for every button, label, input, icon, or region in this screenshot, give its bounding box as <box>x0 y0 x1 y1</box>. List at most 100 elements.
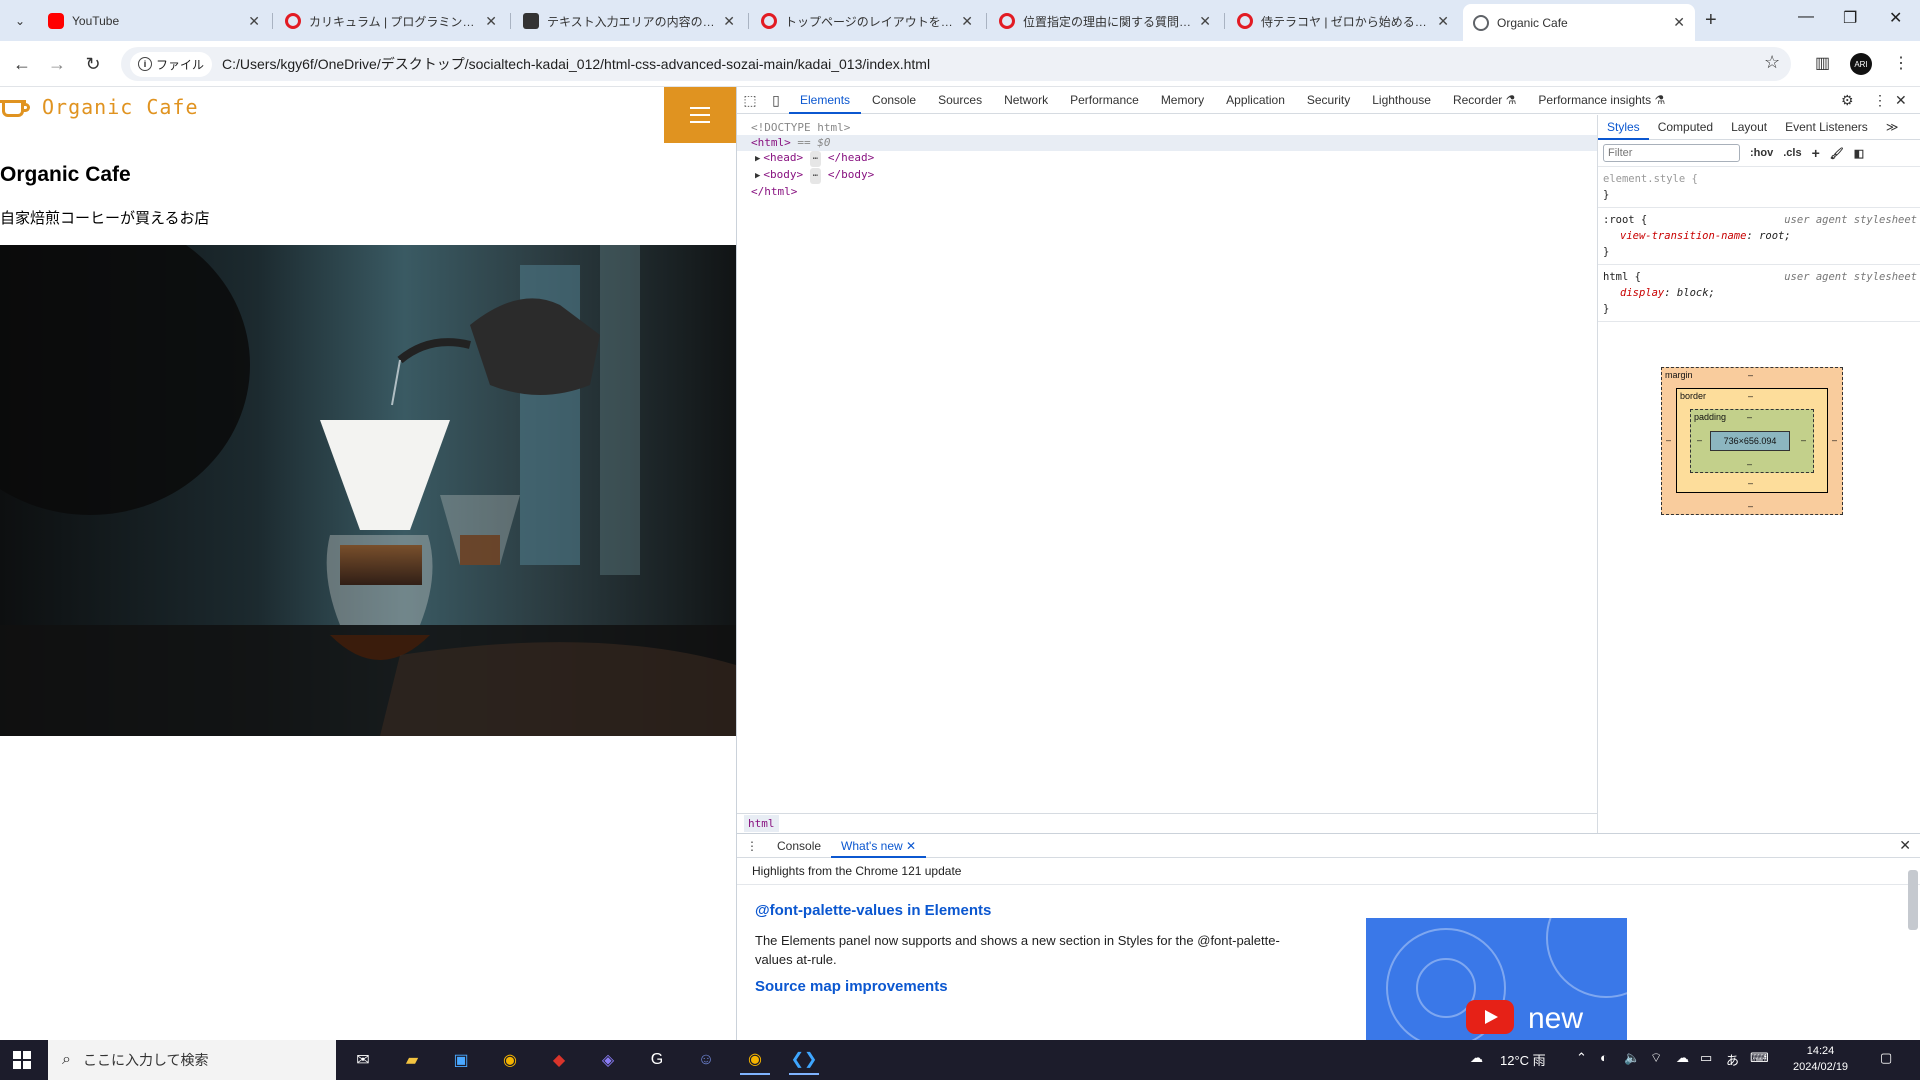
css-property[interactable]: display: block; <box>1603 285 1916 301</box>
class-toggle[interactable]: .cls <box>1783 147 1801 159</box>
tab-styles[interactable]: Styles <box>1598 115 1649 140</box>
tab-elements[interactable]: Elements <box>789 87 862 114</box>
new-rule-plus-icon[interactable]: + <box>1812 145 1820 161</box>
tab-organic-cafe[interactable]: Organic Cafe ✕ <box>1463 4 1695 41</box>
volume-icon[interactable]: 🔈 <box>1624 1050 1640 1066</box>
ime-indicator[interactable]: あ <box>1726 1050 1739 1069</box>
expand-triangle-icon[interactable]: ▶ <box>755 154 760 164</box>
site-info-chip[interactable]: i ファイル <box>130 51 213 77</box>
forward-arrow-icon[interactable]: → <box>45 52 69 76</box>
tab-search-chevron-icon[interactable]: ⌄ <box>8 9 32 33</box>
tab-layout[interactable]: Layout <box>1722 115 1776 140</box>
weather-icon[interactable]: ☁ <box>1470 1050 1483 1066</box>
side-panel-icon[interactable]: ▥ <box>1815 53 1830 73</box>
inspect-element-icon[interactable]: ⬚ <box>737 92 763 109</box>
bookmark-star-icon[interactable]: ☆ <box>1764 52 1780 73</box>
back-arrow-icon[interactable]: ← <box>10 52 34 76</box>
taskbar-search-box[interactable]: ⌕ ここに入力して検索 <box>48 1040 336 1080</box>
toggle-sidebar-icon[interactable]: ◧ <box>1854 147 1864 160</box>
vscode-icon[interactable]: ❮❯ <box>789 1045 819 1075</box>
battery-icon[interactable]: ▭ <box>1700 1050 1712 1066</box>
tab-application[interactable]: Application <box>1215 87 1296 114</box>
minimize-window-icon[interactable]: — <box>1798 8 1814 26</box>
tab-network[interactable]: Network <box>993 87 1059 114</box>
css-property[interactable]: view-transition-name: root; <box>1603 228 1916 244</box>
browser-menu-icon[interactable]: ⋮ <box>1893 53 1909 73</box>
dom-head-node[interactable]: ▶ <head> ⋯ </head> <box>755 150 874 167</box>
taskbar-clock[interactable]: 14:24 2024/02/19 <box>1793 1043 1848 1075</box>
site-logo[interactable]: Organic Cafe <box>0 95 199 119</box>
tab-event-listeners[interactable]: Event Listeners <box>1776 115 1877 140</box>
tab-recorder[interactable]: Recorder ⚗ <box>1442 87 1527 114</box>
address-bar[interactable]: i ファイル C:/Users/kgy6f/OneDrive/デスクトップ/so… <box>121 47 1791 81</box>
hover-state-toggle[interactable]: :hov <box>1750 147 1773 159</box>
drawer-tab-console[interactable]: Console <box>767 834 831 858</box>
close-tab-icon[interactable]: ✕ <box>723 13 735 30</box>
tab-computed[interactable]: Computed <box>1649 115 1722 140</box>
close-tab-icon[interactable]: ✕ <box>485 13 497 30</box>
tab-memory[interactable]: Memory <box>1150 87 1215 114</box>
close-devtools-icon[interactable]: ✕ <box>1895 92 1907 109</box>
tab-performance-insights[interactable]: Performance insights ⚗ <box>1527 87 1676 114</box>
tab-performance[interactable]: Performance <box>1059 87 1150 114</box>
close-drawer-icon[interactable]: ✕ <box>1899 837 1911 854</box>
device-toolbar-icon[interactable]: ▯ <box>763 92 789 109</box>
dom-body-node[interactable]: ▶ <body> ⋯ </body> <box>755 167 874 184</box>
whats-new-heading-1[interactable]: @font-palette-values in Elements <box>755 902 991 919</box>
tab-lighthouse[interactable]: Lighthouse <box>1361 87 1442 114</box>
dom-doctype[interactable]: <!DOCTYPE html> <box>751 120 850 136</box>
expand-triangle-icon[interactable]: ▶ <box>755 171 760 181</box>
tab-sources[interactable]: Sources <box>927 87 993 114</box>
collapsed-ellipsis[interactable]: ⋯ <box>809 168 822 184</box>
tab-curriculum[interactable]: カリキュラム | プログラミング学習サイ ✕ <box>275 6 507 36</box>
cloud-icon[interactable]: ☁ <box>1676 1050 1689 1066</box>
youtube-play-icon[interactable] <box>1466 1000 1514 1034</box>
close-tab-icon[interactable]: ✕ <box>1437 13 1449 30</box>
box-model-content-size[interactable]: 736×656.094 <box>1710 431 1790 451</box>
drawer-tab-whats-new[interactable]: What's new ✕ <box>831 834 927 858</box>
mail-icon[interactable]: ✉ <box>348 1045 378 1075</box>
discord-icon[interactable]: ☺ <box>691 1045 721 1075</box>
chrome-profile-icon[interactable]: ◉ <box>740 1045 770 1075</box>
close-tab-icon[interactable]: ✕ <box>961 13 973 30</box>
tab-position-question[interactable]: 位置指定の理由に関する質問 | プ ✕ <box>989 6 1221 36</box>
more-tabs-chevron-icon[interactable]: ≫ <box>1877 115 1908 140</box>
drawer-scrollbar[interactable] <box>1908 870 1918 930</box>
style-rule-element-style[interactable]: element.style { } <box>1598 167 1920 208</box>
styles-filter-input[interactable] <box>1603 144 1740 162</box>
tab-samurai-terakoya[interactable]: 侍テラコヤ | ゼロから始める定額・学 ✕ <box>1227 6 1459 36</box>
close-window-icon[interactable]: ✕ <box>1889 8 1902 28</box>
close-tab-icon[interactable]: ✕ <box>1673 14 1685 31</box>
devtools-menu-icon[interactable]: ⋮ <box>1873 92 1887 109</box>
chrome-icon[interactable]: ◉ <box>495 1045 525 1075</box>
collapsed-ellipsis[interactable]: ⋯ <box>809 151 822 167</box>
tray-chevron-icon[interactable]: ⌃ <box>1576 1050 1587 1066</box>
tab-console[interactable]: Console <box>861 87 927 114</box>
paint-brush-icon[interactable]: 🖌 <box>1830 147 1844 160</box>
weather-text[interactable]: 12°C 雨 <box>1500 1050 1546 1069</box>
close-tab-icon[interactable]: ✕ <box>248 13 260 30</box>
tray-icon[interactable]: ◐ <box>1600 1050 1608 1065</box>
close-tab-icon[interactable]: ✕ <box>906 839 916 853</box>
drawer-menu-icon[interactable]: ⋮ <box>737 839 767 853</box>
app-icon[interactable]: ◈ <box>593 1045 623 1075</box>
network-icon[interactable]: ⌔ <box>1650 1050 1662 1066</box>
windows-start-icon[interactable] <box>13 1051 31 1069</box>
settings-gear-icon[interactable]: ⚙ <box>1841 92 1854 109</box>
app-icon[interactable]: ◆ <box>544 1045 574 1075</box>
style-rule-html[interactable]: html { user agent stylesheet display: bl… <box>1598 265 1920 322</box>
notification-icon[interactable]: ▢ <box>1880 1050 1892 1066</box>
reload-icon[interactable]: ↻ <box>81 52 105 76</box>
dom-html-close[interactable]: </html> <box>751 184 797 200</box>
tab-security[interactable]: Security <box>1296 87 1361 114</box>
tab-youtube[interactable]: YouTube ✕ <box>38 6 270 36</box>
whats-new-heading-2[interactable]: Source map improvements <box>755 978 948 995</box>
microsoft-store-icon[interactable]: ▣ <box>446 1045 476 1075</box>
whats-new-video-thumbnail[interactable]: new <box>1366 918 1627 1041</box>
style-rule-root[interactable]: :root { user agent stylesheet view-trans… <box>1598 208 1920 265</box>
file-explorer-icon[interactable]: ▰ <box>397 1045 427 1075</box>
url-text[interactable]: C:/Users/kgy6f/OneDrive/デスクトップ/socialtec… <box>222 54 930 74</box>
profile-avatar[interactable]: ARI <box>1850 53 1872 75</box>
close-tab-icon[interactable]: ✕ <box>1199 13 1211 30</box>
keyboard-icon[interactable]: ⌨ <box>1750 1050 1769 1066</box>
